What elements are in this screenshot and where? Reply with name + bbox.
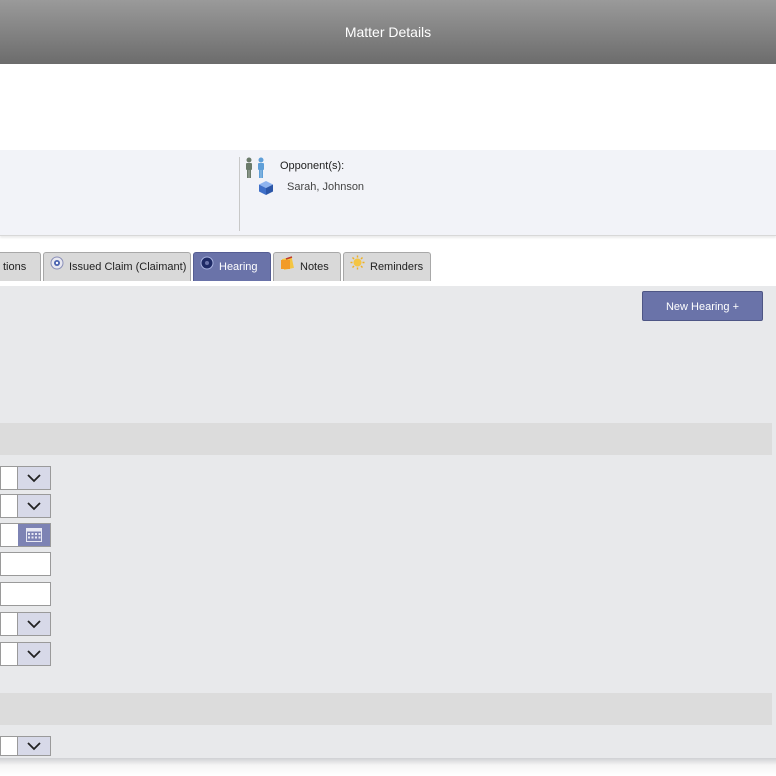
chevron-down-icon[interactable]: [17, 737, 50, 755]
tab-label: Issued Claim (Claimant): [69, 260, 187, 273]
dropdown-field[interactable]: [0, 494, 51, 518]
hearing-content-area: [0, 286, 776, 758]
tab-label: tions: [3, 260, 27, 273]
text-field[interactable]: [0, 582, 51, 606]
text-field[interactable]: [0, 552, 51, 576]
chevron-down-icon[interactable]: [17, 495, 50, 517]
tab-label: Hearing: [219, 260, 258, 273]
dropdown-field[interactable]: [0, 736, 51, 756]
parties-divider: [239, 157, 240, 231]
tab-notes[interactable]: Notes: [273, 252, 341, 281]
gear-icon: [50, 253, 64, 281]
section-header: [0, 423, 772, 455]
opponent-name[interactable]: Sarah, Johnson: [287, 181, 364, 193]
disc-icon: [200, 253, 214, 281]
chevron-down-icon[interactable]: [17, 613, 50, 635]
scroll-edge: [0, 758, 776, 776]
window-title-bar: Matter Details: [0, 0, 776, 64]
section-header: [0, 693, 772, 725]
date-field[interactable]: [0, 523, 51, 547]
header-band: [0, 64, 776, 150]
opponents-label: Opponent(s):: [280, 160, 345, 172]
dropdown-field[interactable]: [0, 642, 51, 666]
dropdown-field[interactable]: [0, 466, 51, 490]
tab-label: Reminders: [370, 260, 424, 273]
chevron-down-icon[interactable]: [17, 467, 50, 489]
chevron-down-icon[interactable]: [17, 643, 50, 665]
cube-icon: [258, 180, 274, 201]
sun-icon: [350, 253, 365, 281]
tab-label: Notes: [300, 260, 329, 273]
window-title: Matter Details: [344, 24, 432, 40]
tab-hearing[interactable]: Hearing: [193, 252, 271, 281]
tab-options[interactable]: tions: [0, 252, 41, 281]
parties-panel: [0, 150, 776, 236]
new-hearing-button[interactable]: New Hearing +: [642, 291, 763, 321]
notes-icon: [280, 253, 295, 281]
dropdown-field[interactable]: [0, 612, 51, 636]
calendar-icon[interactable]: [18, 524, 50, 546]
tab-reminders[interactable]: Reminders: [343, 252, 431, 281]
tab-issued-claim[interactable]: Issued Claim (Claimant): [43, 252, 191, 281]
